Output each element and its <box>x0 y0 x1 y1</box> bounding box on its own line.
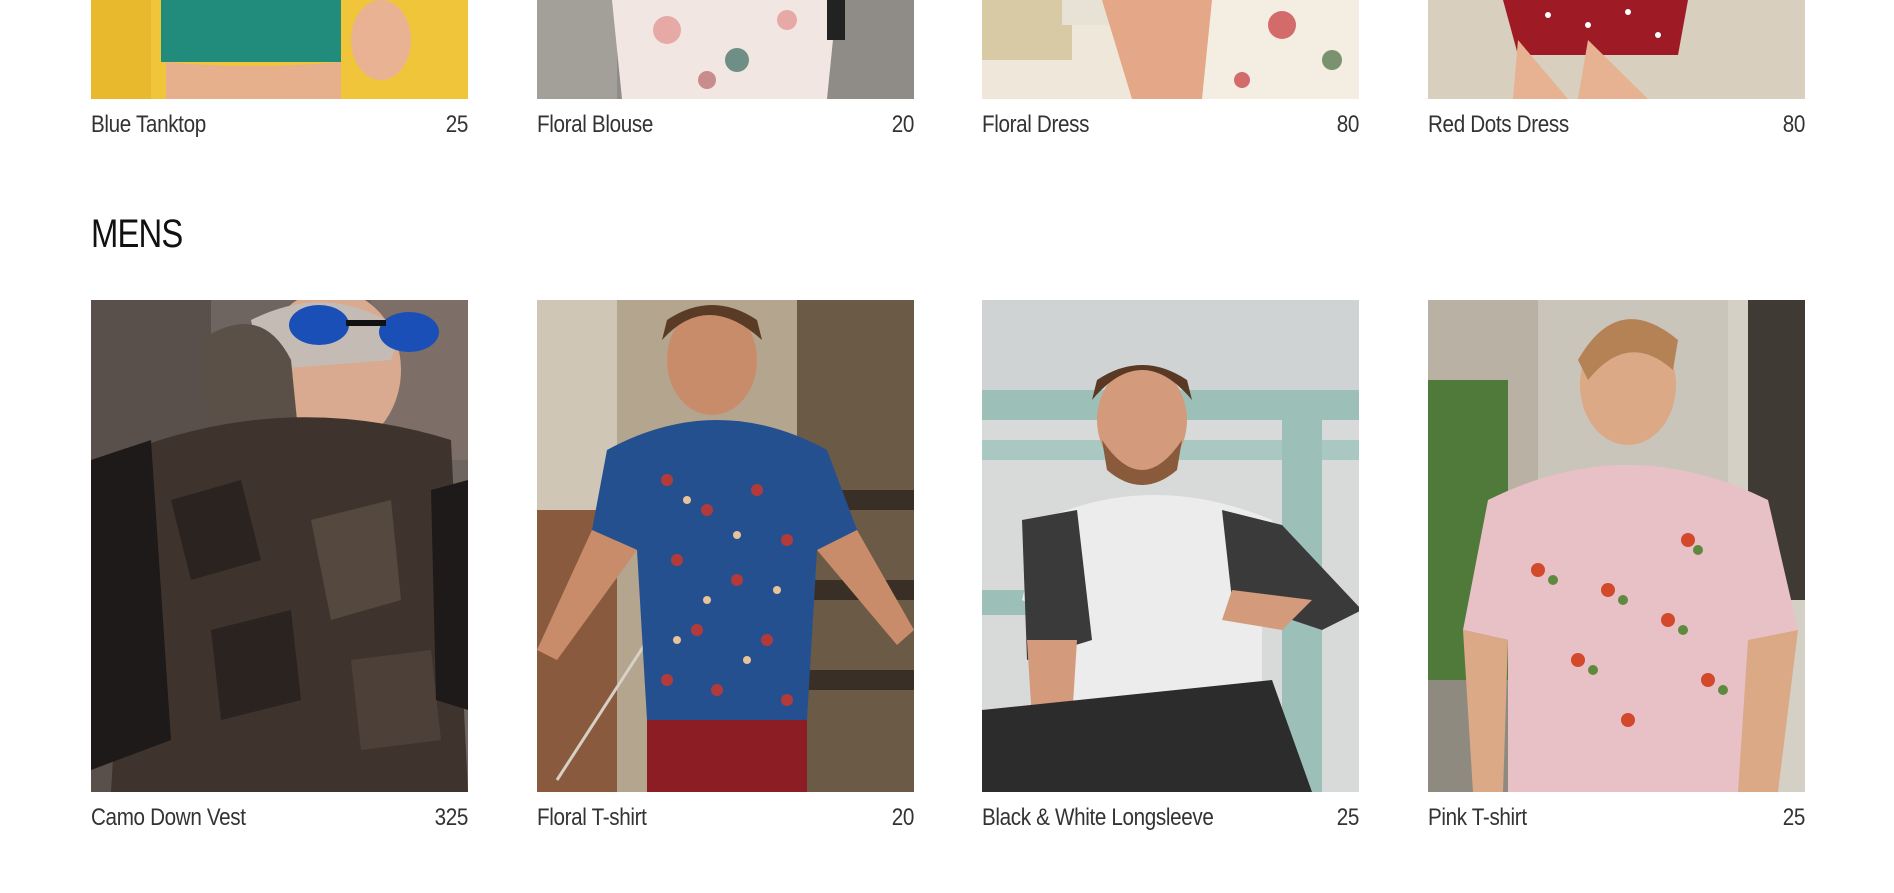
product-image[interactable] <box>91 300 468 792</box>
product-card[interactable]: Floral T-shirt 20 <box>536 300 914 832</box>
product-card[interactable]: Floral Blouse 20 <box>536 0 914 139</box>
womens-product-row: Blue Tanktop 25 Floral Blouse 20 Floral … <box>91 0 1805 139</box>
product-price: 20 <box>891 111 914 138</box>
product-caption: Floral T-shirt 20 <box>537 804 914 832</box>
product-card[interactable]: Blue Tanktop 25 <box>91 0 468 139</box>
product-image[interactable] <box>536 300 914 792</box>
product-name[interactable]: Floral T-shirt <box>537 804 647 832</box>
product-name[interactable]: Blue Tanktop <box>91 111 206 139</box>
product-price: 325 <box>434 804 469 831</box>
product-price: 20 <box>891 804 914 831</box>
product-card[interactable]: Red Dots Dress 80 <box>1427 0 1805 139</box>
product-card[interactable]: Camo Down Vest 325 <box>91 300 468 832</box>
product-price: 25 <box>1782 804 1806 831</box>
product-name[interactable]: Floral Dress <box>982 111 1089 139</box>
mens-product-row: Camo Down Vest 325 Floral T-shirt 20 Bla… <box>91 300 1805 832</box>
product-caption: Floral Dress 80 <box>982 111 1359 139</box>
product-caption: Floral Blouse 20 <box>537 111 914 139</box>
product-caption: Red Dots Dress 80 <box>1428 111 1805 139</box>
product-image[interactable] <box>982 300 1360 792</box>
product-card[interactable]: Pink T-shirt 25 <box>1427 300 1805 832</box>
product-caption: Black & White Longsleeve 25 <box>982 804 1359 832</box>
product-name[interactable]: Floral Blouse <box>537 111 653 139</box>
product-image[interactable] <box>982 0 1360 99</box>
product-card[interactable]: Black & White Longsleeve 25 <box>982 300 1360 832</box>
product-image[interactable] <box>536 0 914 99</box>
product-caption: Camo Down Vest 325 <box>91 804 468 832</box>
product-price: 25 <box>1337 804 1360 831</box>
product-name[interactable]: Camo Down Vest <box>91 804 246 832</box>
product-name[interactable]: Red Dots Dress <box>1428 111 1569 139</box>
product-price: 80 <box>1782 111 1806 138</box>
product-caption: Blue Tanktop 25 <box>91 111 468 139</box>
product-image[interactable] <box>1427 300 1805 792</box>
product-price: 25 <box>445 111 469 138</box>
product-name[interactable]: Black & White Longsleeve <box>982 804 1214 832</box>
product-image[interactable] <box>1427 0 1805 99</box>
product-price: 80 <box>1337 111 1360 138</box>
section-title-mens: MENS <box>91 212 183 256</box>
product-name[interactable]: Pink T-shirt <box>1428 804 1527 832</box>
product-caption: Pink T-shirt 25 <box>1428 804 1805 832</box>
product-card[interactable]: Floral Dress 80 <box>982 0 1360 139</box>
product-image[interactable] <box>91 0 468 99</box>
